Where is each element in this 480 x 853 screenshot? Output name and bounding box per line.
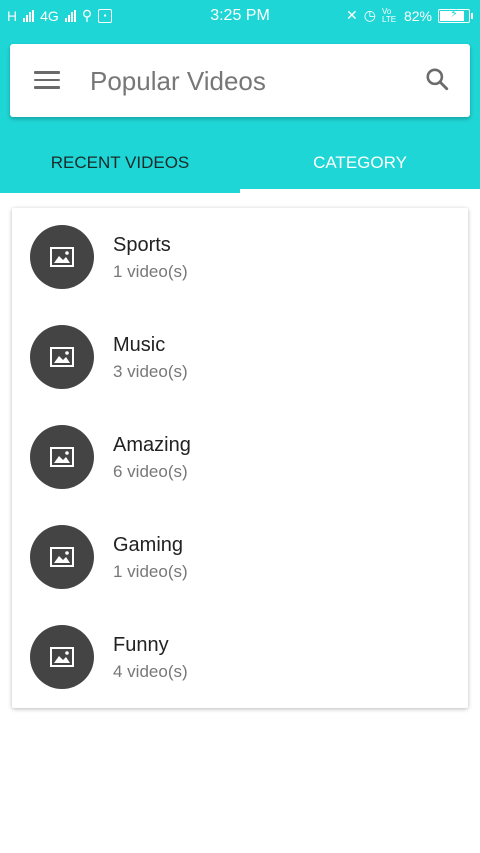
- status-bar: H 4G ⚲ ▪ 3:25 PM ✕ ◷ Vo LTE 82% ⚡: [0, 0, 480, 33]
- video-count: 1 video(s): [113, 262, 188, 281]
- list-item[interactable]: Gaming 1 video(s): [12, 508, 468, 608]
- video-count: 1 video(s): [113, 562, 188, 581]
- volte-label: Vo LTE: [381, 6, 397, 24]
- video-count: 6 video(s): [113, 462, 188, 481]
- category-name: Gaming: [113, 534, 184, 556]
- category-name: Music: [113, 334, 166, 356]
- tab-indicator: [240, 189, 480, 193]
- category-list: Sports 1 video(s) Music 3 video(s) Amazi…: [12, 208, 468, 708]
- app-bar: Popular Videos RECENT VIDEOS CATEGORY: [0, 33, 480, 193]
- battery-icon: ⚡: [438, 8, 473, 23]
- hamburger-menu-icon[interactable]: [34, 71, 60, 91]
- mute-icon: ✕: [346, 7, 358, 23]
- image-icon: [30, 625, 94, 689]
- alarm-icon: ◷: [363, 7, 376, 23]
- page-title: Popular Videos: [90, 66, 266, 96]
- list-item[interactable]: Sports 1 video(s): [12, 208, 468, 308]
- toolbar-card: Popular Videos: [10, 44, 470, 117]
- category-name: Amazing: [113, 434, 191, 456]
- tab-bar: RECENT VIDEOS CATEGORY: [0, 139, 480, 193]
- status-right: ✕ ◷ Vo LTE 82% ⚡: [346, 6, 473, 24]
- tab-recent-videos[interactable]: RECENT VIDEOS: [0, 139, 240, 193]
- battery-percent: 82%: [403, 7, 432, 24]
- video-count: 4 video(s): [113, 662, 188, 681]
- image-icon: [30, 225, 94, 289]
- image-icon: [30, 325, 94, 389]
- list-item[interactable]: Funny 4 video(s): [12, 608, 468, 708]
- image-icon: [30, 425, 94, 489]
- image-icon: [30, 525, 94, 589]
- video-count: 3 video(s): [113, 362, 188, 381]
- tab-category[interactable]: CATEGORY: [240, 139, 480, 193]
- list-item[interactable]: Music 3 video(s): [12, 308, 468, 408]
- list-item[interactable]: Amazing 6 video(s): [12, 408, 468, 508]
- search-icon[interactable]: [424, 66, 450, 92]
- category-name: Sports: [113, 234, 171, 256]
- category-name: Funny: [113, 634, 169, 656]
